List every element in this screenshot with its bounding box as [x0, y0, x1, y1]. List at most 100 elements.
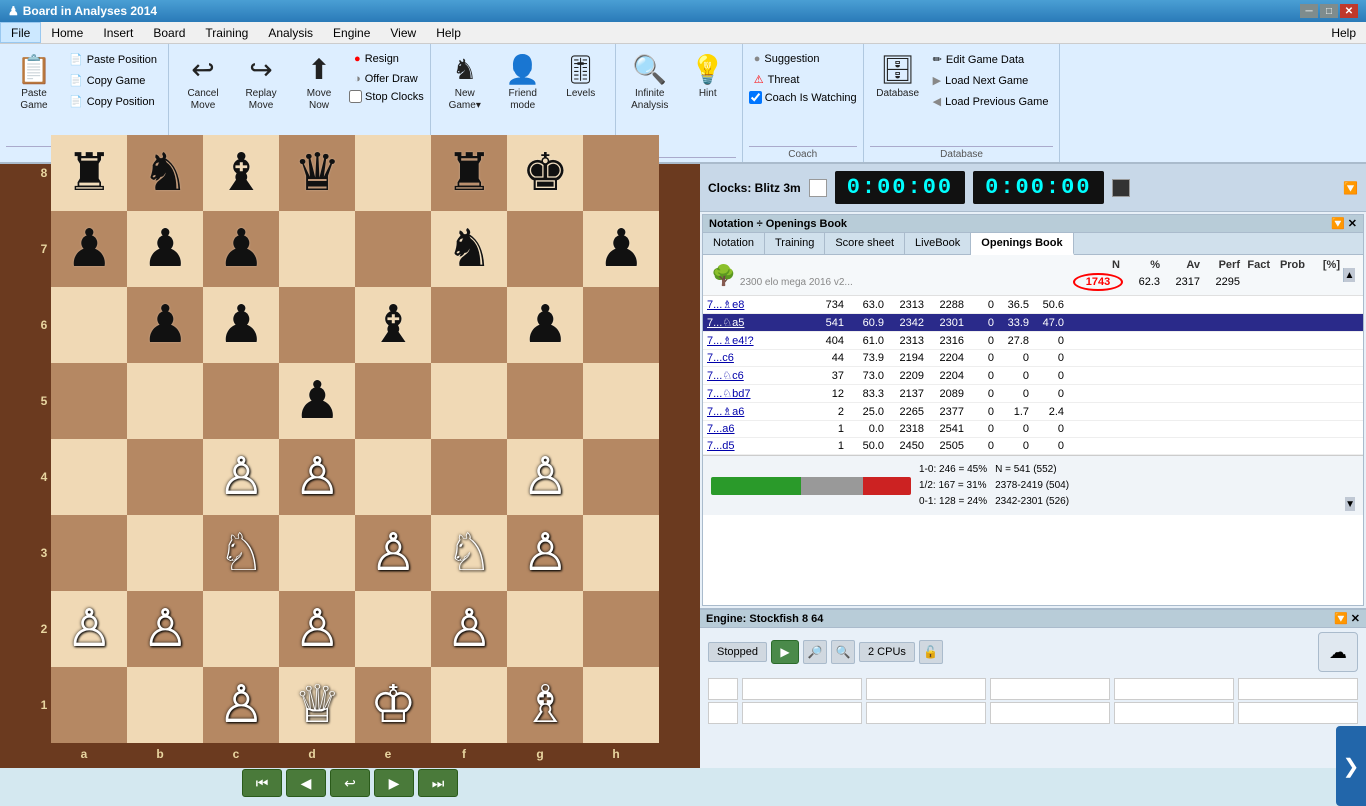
- tab-livebook[interactable]: LiveBook: [905, 233, 971, 254]
- square-f3[interactable]: ♘: [431, 515, 507, 591]
- square-a3[interactable]: [51, 515, 127, 591]
- chess-board[interactable]: ♜♞♝♛♜♚♟♟♟♞♟♟♟♝♟♟♙♙♙♘♙♘♙♙♙♙♙♙♕♔♗: [51, 135, 659, 743]
- menu-help[interactable]: Help: [426, 22, 471, 43]
- tab-scoresheet[interactable]: Score sheet: [825, 233, 905, 254]
- square-e6[interactable]: ♝: [355, 287, 431, 363]
- friend-mode-button[interactable]: 👤 Friend mode: [495, 48, 551, 118]
- square-h1[interactable]: [583, 667, 659, 743]
- square-g2[interactable]: [507, 591, 583, 667]
- prev-move-button[interactable]: ◀: [286, 769, 326, 797]
- square-a2[interactable]: ♙: [51, 591, 127, 667]
- paste-game-button[interactable]: 📋 Paste Game: [6, 48, 62, 118]
- ob-move-6[interactable]: 7...♗a6: [707, 405, 797, 418]
- square-h5[interactable]: [583, 363, 659, 439]
- paste-position-button[interactable]: 📄 Paste Position: [64, 50, 162, 69]
- square-g4[interactable]: ♙: [507, 439, 583, 515]
- square-f8[interactable]: ♜: [431, 135, 507, 211]
- square-g3[interactable]: ♙: [507, 515, 583, 591]
- threat-button[interactable]: ⚠ Threat: [749, 70, 857, 89]
- square-d8[interactable]: ♛: [279, 135, 355, 211]
- ob-move-3[interactable]: 7...c6: [707, 352, 797, 364]
- square-b6[interactable]: ♟: [127, 287, 203, 363]
- square-f1[interactable]: [431, 667, 507, 743]
- square-c4[interactable]: ♙: [203, 439, 279, 515]
- square-g7[interactable]: [507, 211, 583, 287]
- square-a8[interactable]: ♜: [51, 135, 127, 211]
- cancel-move-button[interactable]: ↩ Cancel Move: [175, 48, 231, 118]
- engine-zoom-in-button[interactable]: 🔎: [803, 640, 827, 664]
- ob-move-0[interactable]: 7...♗e8: [707, 298, 797, 311]
- move-now-button[interactable]: ⬆ Move Now: [291, 48, 347, 118]
- menu-insert[interactable]: Insert: [93, 22, 143, 43]
- ob-move-8[interactable]: 7...d5: [707, 440, 797, 452]
- square-b2[interactable]: ♙: [127, 591, 203, 667]
- square-d7[interactable]: [279, 211, 355, 287]
- square-g8[interactable]: ♚: [507, 135, 583, 211]
- clocks-minimize-button[interactable]: 🔽: [1343, 181, 1358, 195]
- menu-board[interactable]: Board: [143, 22, 195, 43]
- minimize-button[interactable]: ─: [1300, 4, 1318, 18]
- square-a1[interactable]: [51, 667, 127, 743]
- square-d1[interactable]: ♕: [279, 667, 355, 743]
- ob-row-7[interactable]: 7...a6 1 0.0 2318 2541 0 0 0: [703, 421, 1363, 438]
- edit-game-button[interactable]: ✏ Edit Game Data: [928, 50, 1054, 69]
- ob-move-1[interactable]: 7...♘a5: [707, 316, 797, 329]
- square-b8[interactable]: ♞: [127, 135, 203, 211]
- ob-row-5[interactable]: 7...♘bd7 12 83.3 2137 2089 0 0 0: [703, 385, 1363, 403]
- scroll-up[interactable]: ▲: [1344, 268, 1355, 282]
- ob-row-4[interactable]: 7...♘c6 37 73.0 2209 2204 0 0 0: [703, 367, 1363, 385]
- square-h7[interactable]: ♟: [583, 211, 659, 287]
- square-c5[interactable]: [203, 363, 279, 439]
- copy-game-button[interactable]: 📄 Copy Game: [64, 71, 162, 90]
- ob-row-0[interactable]: 7...♗e8 734 63.0 2313 2288 0 36.5 50.6: [703, 296, 1363, 314]
- expand-engine-button[interactable]: ❯: [1336, 726, 1366, 806]
- new-game-button[interactable]: ♞ New Game▾: [437, 48, 493, 118]
- infinite-analysis-button[interactable]: 🔍 Infinite Analysis: [622, 48, 678, 118]
- tab-notation[interactable]: Notation: [703, 233, 765, 254]
- square-f5[interactable]: [431, 363, 507, 439]
- square-a6[interactable]: [51, 287, 127, 363]
- tab-openings-book[interactable]: Openings Book: [971, 233, 1073, 255]
- square-a5[interactable]: [51, 363, 127, 439]
- square-e7[interactable]: [355, 211, 431, 287]
- square-g6[interactable]: ♟: [507, 287, 583, 363]
- engine-status[interactable]: Stopped: [708, 642, 767, 662]
- square-e5[interactable]: [355, 363, 431, 439]
- square-a4[interactable]: [51, 439, 127, 515]
- ob-move-2[interactable]: 7...♗e4!?: [707, 334, 797, 347]
- square-f6[interactable]: [431, 287, 507, 363]
- engine-cpus-button[interactable]: 2 CPUs: [859, 642, 915, 662]
- square-b7[interactable]: ♟: [127, 211, 203, 287]
- menu-view[interactable]: View: [380, 22, 426, 43]
- square-e3[interactable]: ♙: [355, 515, 431, 591]
- tab-training[interactable]: Training: [765, 233, 825, 254]
- square-d6[interactable]: [279, 287, 355, 363]
- undo-button[interactable]: ↩: [330, 769, 370, 797]
- ob-move-7[interactable]: 7...a6: [707, 423, 797, 435]
- coach-watching-input[interactable]: [749, 91, 762, 104]
- menu-analysis[interactable]: Analysis: [258, 22, 323, 43]
- first-move-button[interactable]: ⏮: [242, 769, 282, 797]
- menu-engine[interactable]: Engine: [323, 22, 380, 43]
- square-h6[interactable]: [583, 287, 659, 363]
- square-c8[interactable]: ♝: [203, 135, 279, 211]
- engine-lock-button[interactable]: 🔓: [919, 640, 943, 664]
- square-b4[interactable]: [127, 439, 203, 515]
- square-e8[interactable]: [355, 135, 431, 211]
- square-h2[interactable]: [583, 591, 659, 667]
- resign-button[interactable]: ● Resign: [349, 50, 424, 68]
- square-c3[interactable]: ♘: [203, 515, 279, 591]
- database-button[interactable]: 🗄 Database: [870, 48, 926, 118]
- square-c2[interactable]: [203, 591, 279, 667]
- square-c1[interactable]: ♙: [203, 667, 279, 743]
- stop-clocks-input[interactable]: [349, 90, 362, 103]
- square-f2[interactable]: ♙: [431, 591, 507, 667]
- square-h8[interactable]: [583, 135, 659, 211]
- square-d2[interactable]: ♙: [279, 591, 355, 667]
- maximize-button[interactable]: □: [1320, 4, 1338, 18]
- square-f4[interactable]: [431, 439, 507, 515]
- hint-button[interactable]: 💡 Hint: [680, 48, 736, 118]
- square-c6[interactable]: ♟: [203, 287, 279, 363]
- menu-file[interactable]: File: [0, 22, 41, 43]
- cloud-button[interactable]: ☁: [1318, 632, 1358, 672]
